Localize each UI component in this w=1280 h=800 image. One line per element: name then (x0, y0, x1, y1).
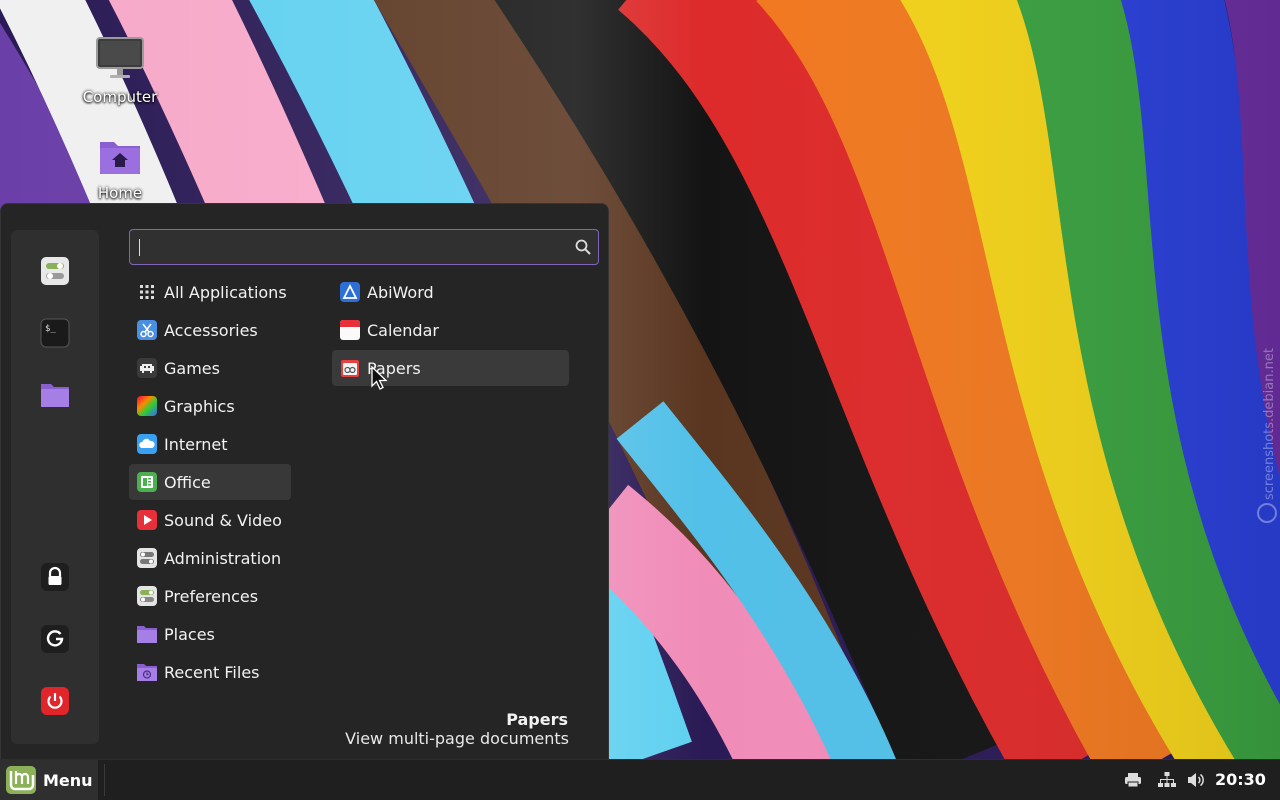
settings-toggle-icon (40, 256, 70, 290)
category-label: Graphics (164, 396, 235, 416)
app-papers[interactable]: Papers (332, 350, 569, 386)
search-icon[interactable] (575, 239, 591, 259)
terminal-icon: $_ (40, 318, 70, 352)
toggle-icon (137, 548, 157, 568)
category-label: Recent Files (164, 662, 260, 682)
category-label: Internet (164, 434, 228, 454)
mouse-cursor-icon (371, 365, 391, 396)
app-description-text: View multi-page documents (345, 729, 569, 748)
home-folder-icon (98, 142, 142, 180)
volume-icon[interactable] (1186, 770, 1206, 790)
category-graphics[interactable]: Graphics (129, 388, 291, 424)
folder-icon (137, 624, 157, 644)
app-label: AbiWord (367, 282, 434, 302)
category-label: Preferences (164, 586, 259, 606)
printer-icon[interactable] (1123, 770, 1143, 790)
category-preferences[interactable]: Preferences (129, 578, 291, 614)
preferences-icon (137, 586, 157, 606)
cloud-icon (137, 434, 157, 454)
desktop-icon-label: Home (97, 184, 143, 202)
office-icon (137, 472, 157, 492)
gradient-icon (137, 396, 157, 416)
invader-icon (137, 358, 157, 378)
menu-button[interactable]: Menu (0, 760, 98, 800)
watermark-logo (1257, 503, 1277, 523)
taskbar-separator (104, 764, 105, 796)
app-abiword[interactable]: AbiWord (332, 274, 569, 310)
app-description-title: Papers (506, 710, 568, 729)
lock-screen-button[interactable] (38, 562, 72, 596)
category-accessories[interactable]: Accessories (129, 312, 291, 348)
logout-icon (40, 624, 70, 658)
category-places[interactable]: Places (129, 616, 291, 652)
app-label: Calendar (367, 320, 439, 340)
category-sound-video[interactable]: Sound & Video (129, 502, 291, 538)
application-menu: $_ All Applications Accessories Games Gr… (0, 203, 609, 759)
category-administration[interactable]: Administration (129, 540, 291, 576)
category-office[interactable]: Office (129, 464, 291, 500)
favorite-settings[interactable] (38, 256, 72, 290)
category-label: Accessories (164, 320, 258, 340)
recent-folder-icon (137, 662, 157, 682)
category-label: Office (164, 472, 211, 492)
linux-mint-logo-icon (5, 765, 37, 795)
lock-icon (40, 562, 70, 596)
watermark-text: screenshots.debian.net (1262, 348, 1277, 500)
desktop-icon-home[interactable]: Home (70, 138, 170, 202)
grid-icon (137, 282, 157, 302)
category-label: Games (164, 358, 220, 378)
computer-icon (96, 37, 144, 84)
scissors-icon (137, 320, 157, 340)
category-all-applications[interactable]: All Applications (129, 274, 291, 310)
category-games[interactable]: Games (129, 350, 291, 386)
category-internet[interactable]: Internet (129, 426, 291, 462)
play-icon (137, 510, 157, 530)
favorite-terminal[interactable]: $_ (38, 318, 72, 352)
logout-button[interactable] (38, 624, 72, 658)
calendar-icon (340, 320, 360, 340)
desktop-icon-computer[interactable]: Computer (70, 36, 170, 106)
power-icon (40, 686, 70, 720)
svg-text:$_: $_ (45, 324, 56, 334)
category-label: Places (164, 624, 215, 644)
category-label: All Applications (164, 282, 287, 302)
folder-icon (40, 382, 70, 412)
network-icon[interactable] (1157, 770, 1177, 790)
abiword-icon (340, 282, 360, 302)
taskbar: Menu 20:30 (0, 759, 1280, 800)
category-label: Sound & Video (164, 510, 282, 530)
text-caret (139, 239, 140, 256)
favorites-sidebar: $_ (11, 230, 99, 744)
app-calendar[interactable]: Calendar (332, 312, 569, 348)
papers-icon (340, 358, 360, 378)
category-label: Administration (164, 548, 282, 568)
menu-button-label: Menu (43, 770, 93, 790)
favorite-files[interactable] (38, 380, 72, 414)
search-input[interactable] (138, 236, 562, 260)
desktop-icon-label: Computer (82, 88, 158, 106)
search-box (129, 229, 599, 265)
category-recent-files[interactable]: Recent Files (129, 654, 291, 690)
shutdown-button[interactable] (38, 686, 72, 720)
clock[interactable]: 20:30 (1215, 770, 1266, 789)
